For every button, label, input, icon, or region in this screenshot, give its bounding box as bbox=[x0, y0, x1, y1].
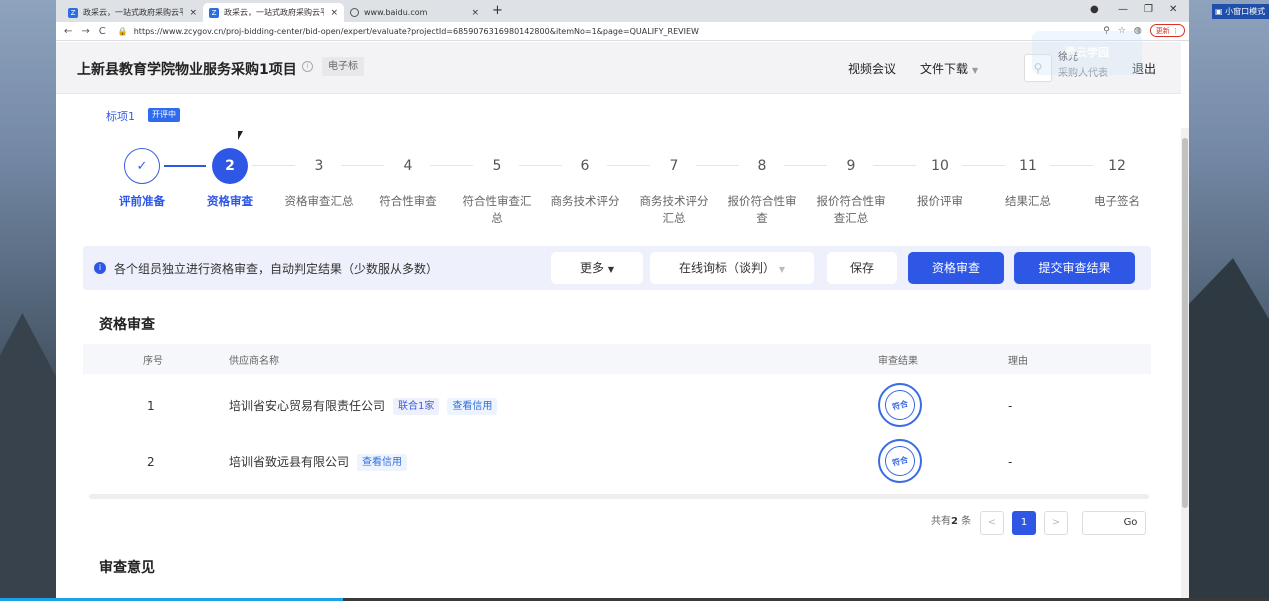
step-5[interactable]: 5 符合性审查汇总 bbox=[457, 148, 537, 227]
close-tab-icon[interactable]: × bbox=[330, 8, 338, 18]
maximize-icon[interactable]: ❐ bbox=[1144, 4, 1153, 15]
video-meeting-link[interactable]: 视频会议 bbox=[848, 60, 896, 77]
record-icon[interactable]: ● bbox=[1090, 4, 1099, 15]
browser-window: Z 政采云，一站式政府采购云平台· × Z 政采云，一站式政府采购云平台· × … bbox=[56, 0, 1189, 598]
prev-page-button[interactable]: < bbox=[980, 511, 1004, 535]
tab-bar: Z 政采云，一站式政府采购云平台· × Z 政采云，一站式政府采购云平台· × … bbox=[56, 0, 1189, 22]
save-button[interactable]: 保存 bbox=[827, 252, 897, 284]
vertical-scrollbar[interactable] bbox=[1181, 128, 1189, 598]
step-3[interactable]: 3 资格审查汇总 bbox=[279, 148, 359, 210]
step-11[interactable]: 11 结果汇总 bbox=[988, 148, 1068, 210]
close-window-icon[interactable]: ✕ bbox=[1169, 4, 1177, 15]
notice-text: 各个组员独立进行资格审查，自动判定结果（少数服从多数） bbox=[114, 262, 439, 276]
table-header: 序号 供应商名称 审查结果 理由 bbox=[83, 344, 1151, 374]
go-button[interactable]: Go bbox=[1116, 511, 1146, 535]
step-8[interactable]: 8 报价符合性审查 bbox=[722, 148, 802, 227]
new-tab-button[interactable]: + bbox=[492, 3, 503, 18]
desktop-mountain bbox=[1189, 258, 1269, 601]
caret-down-icon: ▼ bbox=[607, 265, 614, 274]
page-1-button[interactable]: 1 bbox=[1012, 511, 1036, 535]
update-button[interactable]: 更新 ⋮ bbox=[1149, 24, 1185, 37]
process-steps: ✓ 评前准备 2 资格审查 3 资格审查汇总 4 符合性审查 5 符合性审查汇总… bbox=[56, 148, 1181, 238]
opinion-title: 审查意见 bbox=[99, 560, 155, 576]
supplier-name: 培训省致远县有限公司 bbox=[229, 455, 350, 469]
mouse-cursor bbox=[238, 131, 243, 140]
online-inquiry-dropdown[interactable]: 在线询标（谈判） ▼ bbox=[650, 252, 814, 284]
desktop-mountain bbox=[0, 313, 56, 601]
step-4[interactable]: 4 符合性审查 bbox=[368, 148, 448, 210]
browser-tab[interactable]: www.baidu.com × bbox=[344, 3, 485, 22]
step-9[interactable]: 9 报价符合性审查汇总 bbox=[811, 148, 891, 227]
lot-tab[interactable]: 标项1 bbox=[106, 108, 135, 124]
browser-tab[interactable]: Z 政采云，一站式政府采购云平台· × bbox=[62, 3, 203, 22]
reload-icon[interactable]: C bbox=[99, 26, 106, 37]
step-7[interactable]: 7 商务技术评分汇总 bbox=[634, 148, 714, 227]
close-tab-icon[interactable]: × bbox=[189, 8, 197, 18]
pass-stamp: 符合 bbox=[878, 383, 922, 427]
step-6[interactable]: 6 商务技术评分 bbox=[545, 148, 625, 210]
address-bar: ← → C 🔒 https://www.zcygov.cn/proj-biddi… bbox=[56, 22, 1189, 41]
url-field[interactable]: https://www.zcygov.cn/proj-bidding-cente… bbox=[134, 27, 699, 36]
pagination-total: 共有2 条 bbox=[931, 516, 972, 527]
info-icon[interactable]: i bbox=[302, 61, 313, 72]
lot-bar: 标项1 开评中 bbox=[56, 95, 1181, 129]
notice-bar: i 各个组员独立进行资格审查，自动判定结果（少数服从多数） 更多 ▼ 在线询标（… bbox=[83, 246, 1151, 290]
qualify-review-button[interactable]: 资格审查 bbox=[908, 252, 1004, 284]
zcy-logo-icon: Z bbox=[209, 7, 219, 18]
view-credit-link[interactable]: 查看信用 bbox=[447, 398, 498, 415]
minimize-icon[interactable]: — bbox=[1118, 4, 1128, 15]
back-icon[interactable]: ← bbox=[64, 26, 72, 37]
status-badge: 开评中 bbox=[148, 108, 180, 122]
caret-down-icon: ▼ bbox=[778, 265, 785, 274]
step-2[interactable]: 2 资格审查 bbox=[190, 148, 270, 210]
watermark-logo: 青云学园 bbox=[1032, 31, 1142, 75]
supplier-name: 培训省安心贸易有限责任公司 bbox=[229, 399, 386, 413]
horizontal-scrollbar[interactable] bbox=[89, 494, 1149, 499]
mini-window-button[interactable]: ▣ 小窗口模式 bbox=[1212, 4, 1269, 19]
table-row: 1 培训省安心贸易有限责任公司 联合1家 查看信用 符合 - bbox=[83, 378, 1151, 434]
info-icon: i bbox=[94, 262, 106, 274]
caret-down-icon: ▼ bbox=[972, 66, 979, 75]
page-header: 上新县教育学院物业服务采购1项目 i 电子标 视频会议 文件下载 ▼ ⚲ 徐光 采… bbox=[56, 42, 1181, 94]
section-title: 资格审查 bbox=[99, 317, 155, 333]
step-10[interactable]: 10 报价评审 bbox=[900, 148, 980, 210]
page-title: 上新县教育学院物业服务采购1项目 bbox=[77, 62, 297, 78]
check-icon: ✓ bbox=[124, 148, 160, 184]
union-tag[interactable]: 联合1家 bbox=[393, 398, 440, 415]
lock-icon: 🔒 bbox=[117, 26, 128, 36]
next-page-button[interactable]: > bbox=[1044, 511, 1068, 535]
step-1[interactable]: ✓ 评前准备 bbox=[102, 148, 182, 210]
more-dropdown[interactable]: 更多 ▼ bbox=[551, 252, 643, 284]
browser-tab-active[interactable]: Z 政采云，一站式政府采购云平台· × bbox=[203, 3, 344, 22]
page-jump-input[interactable] bbox=[1082, 511, 1118, 535]
forward-icon[interactable]: → bbox=[81, 26, 89, 37]
bid-type-tag: 电子标 bbox=[322, 57, 364, 76]
zcy-logo-icon: Z bbox=[68, 7, 78, 18]
pass-stamp: 符合 bbox=[878, 439, 922, 483]
close-tab-icon[interactable]: × bbox=[471, 8, 479, 18]
submit-result-button[interactable]: 提交审查结果 bbox=[1014, 252, 1135, 284]
step-12[interactable]: 12 电子签名 bbox=[1077, 148, 1157, 210]
globe-icon bbox=[350, 8, 359, 17]
table-row: 2 培训省致远县有限公司 查看信用 符合 - bbox=[83, 434, 1151, 490]
view-credit-link[interactable]: 查看信用 bbox=[357, 454, 408, 471]
file-download-menu[interactable]: 文件下载 ▼ bbox=[920, 60, 978, 77]
